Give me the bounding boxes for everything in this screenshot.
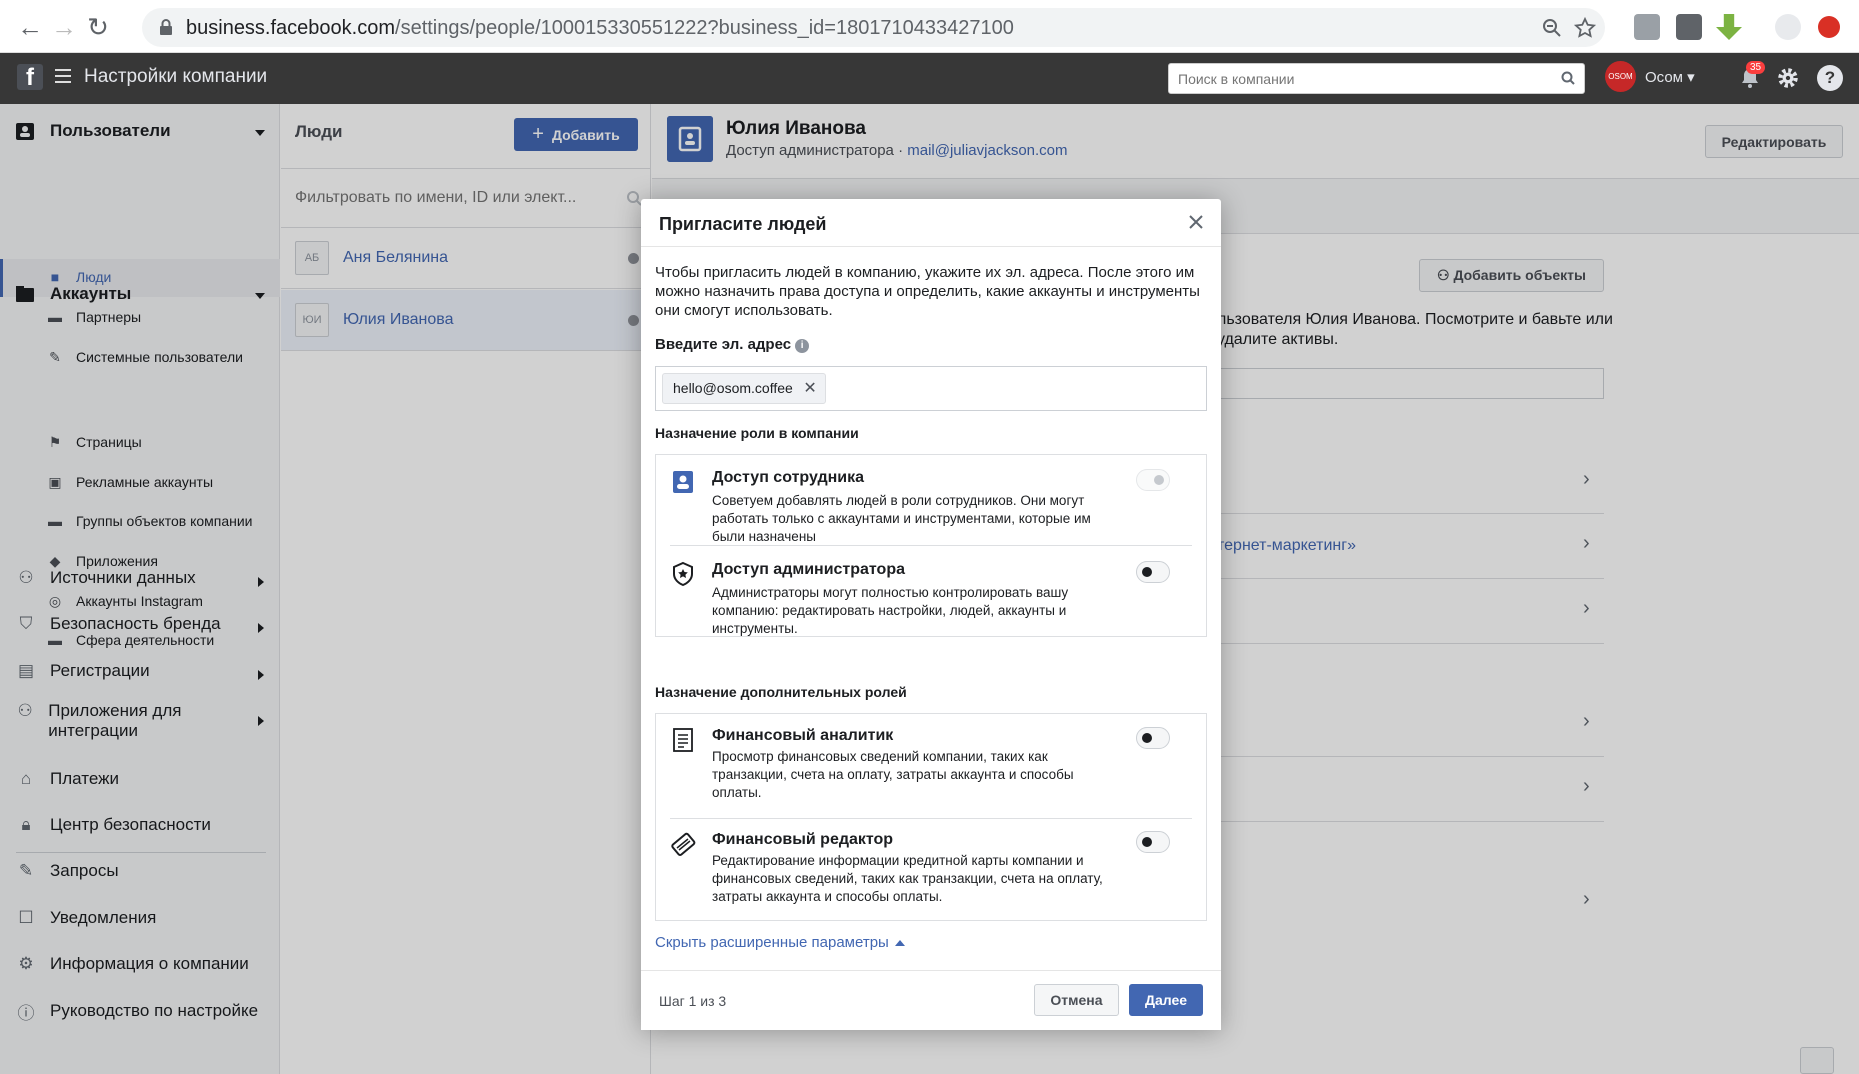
menu-icon[interactable] (55, 69, 71, 83)
role-description: Просмотр финансовых сведений компании, т… (712, 749, 1074, 800)
browser-toolbar: ← → ↻ business.facebook.com/settings/peo… (0, 0, 1859, 53)
search-icon[interactable] (1560, 70, 1576, 86)
role-heading: Назначение роли в компании (655, 425, 859, 441)
dialog-title: Пригласите людей (659, 214, 827, 234)
address-bar[interactable]: business.facebook.com/settings/people/10… (142, 8, 1605, 47)
finance-analyst-toggle[interactable] (1136, 727, 1170, 749)
reload-icon[interactable]: ↻ (83, 12, 113, 42)
employee-badge-icon (673, 471, 693, 493)
update-icon[interactable] (1818, 16, 1840, 38)
admin-shield-icon (673, 561, 693, 587)
help-icon[interactable]: ? (1817, 65, 1843, 91)
dialog-footer: Шаг 1 из 3 Отмена Далее (641, 970, 1221, 1030)
app-title: Настройки компании (84, 66, 268, 87)
extra-roles-heading: Назначение дополнительных ролей (655, 684, 907, 700)
profile-icon[interactable] (1775, 14, 1801, 40)
role-title: Финансовый редактор (712, 831, 894, 848)
back-icon[interactable]: ← (15, 12, 45, 42)
devtools-extension-icon[interactable] (1634, 14, 1660, 40)
email-label: Введите эл. адрес i (655, 336, 810, 353)
account-name: Осом (1645, 69, 1683, 86)
notification-badge: 35 (1746, 61, 1766, 74)
finance-editor-toggle[interactable] (1136, 831, 1170, 853)
next-button[interactable]: Далее (1129, 984, 1203, 1016)
info-icon[interactable]: i (795, 339, 810, 353)
bookmark-star-icon[interactable] (1573, 16, 1597, 40)
email-chip: hello@osom.coffee ✕ (662, 373, 826, 404)
chevron-down-icon: ▾ (1687, 69, 1695, 86)
admin-access-toggle[interactable] (1136, 561, 1170, 583)
role-title: Доступ администратора (712, 561, 905, 578)
company-roles: Доступ сотрудника Советуем добавлять люд… (655, 454, 1207, 637)
extra-roles: Финансовый аналитик Просмотр финансовых … (655, 713, 1207, 921)
facebook-logo-icon[interactable]: f (17, 64, 43, 91)
step-indicator: Шаг 1 из 3 (659, 993, 727, 1009)
role-title: Финансовый аналитик (712, 727, 894, 744)
divider (670, 818, 1192, 819)
search-input[interactable] (1169, 64, 1529, 93)
zoom-icon[interactable] (1540, 16, 1564, 40)
dialog-intro: Чтобы пригласить людей в компанию, укажи… (655, 264, 1200, 319)
role-description: Редактирование информации кредитной карт… (712, 853, 1103, 904)
cancel-button[interactable]: Отмена (1034, 984, 1119, 1016)
close-icon[interactable] (1185, 211, 1207, 233)
divider (670, 545, 1192, 546)
extension-icon[interactable] (1676, 14, 1702, 40)
url-text: business.facebook.com/settings/people/10… (186, 17, 1014, 39)
company-search[interactable] (1168, 63, 1585, 94)
dialog-header: Пригласите людей (641, 199, 1221, 247)
credit-card-icon (671, 832, 696, 856)
role-description: Советуем добавлять людей в роли сотрудни… (712, 493, 1091, 544)
ledger-icon (673, 728, 693, 752)
account-switcher[interactable]: Осом ▾ (1645, 68, 1695, 86)
caret-up-icon (894, 939, 905, 946)
role-description: Администраторы могут полностью контролир… (712, 585, 1069, 636)
avatar[interactable]: OSOM (1605, 61, 1636, 92)
employee-access-toggle[interactable] (1136, 469, 1170, 491)
download-extension-icon[interactable] (1716, 14, 1742, 40)
role-title: Доступ сотрудника (712, 469, 865, 486)
lock-icon (160, 19, 172, 35)
invite-people-dialog: Пригласите людей Чтобы пригласить людей … (641, 199, 1221, 1030)
forward-icon[interactable]: → (49, 12, 79, 42)
remove-chip-icon[interactable]: ✕ (803, 374, 816, 403)
hide-advanced-link[interactable]: Скрыть расширенные параметры (655, 934, 905, 951)
email-field[interactable]: hello@osom.coffee ✕ (655, 366, 1207, 411)
gear-icon[interactable] (1775, 65, 1801, 91)
